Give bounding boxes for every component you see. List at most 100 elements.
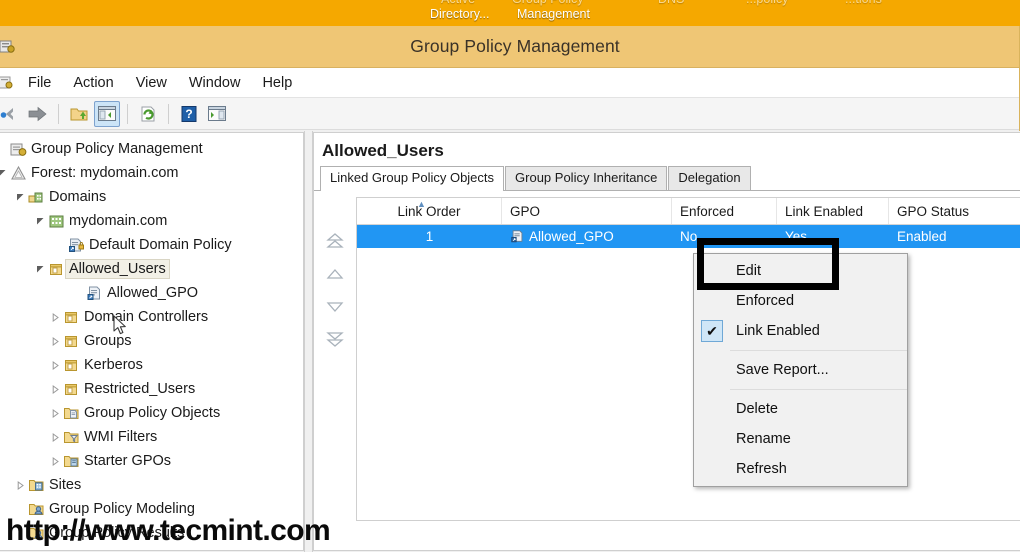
wmi-filter-icon bbox=[62, 428, 80, 446]
twisty-collapsed-icon[interactable] bbox=[48, 377, 62, 401]
menu-window[interactable]: Window bbox=[178, 72, 252, 94]
twisty-collapsed-icon[interactable] bbox=[13, 473, 27, 497]
twisty-none-icon bbox=[71, 281, 85, 305]
linked-gpos-region: ▲ Link Order GPO Enforced Link Enabled G… bbox=[314, 191, 1020, 521]
twisty-expanded-icon[interactable] bbox=[33, 257, 47, 281]
twisty-collapsed-icon[interactable] bbox=[48, 449, 62, 473]
context-menu-item-save-report[interactable]: Save Report... bbox=[694, 355, 907, 385]
context-menu-gutter bbox=[694, 256, 730, 286]
tree-item-mydomain[interactable]: mydomain.com bbox=[0, 209, 303, 233]
tree-item-allowed-gpo[interactable]: Allowed_GPO bbox=[0, 281, 303, 305]
tree-item-label: Group Policy Objects bbox=[84, 404, 221, 421]
tile-label-tions: ...tions bbox=[845, 0, 882, 6]
show-hide-console-tree-button[interactable] bbox=[94, 100, 120, 127]
tree-item-domain-controllers[interactable]: Domain Controllers bbox=[0, 305, 303, 329]
help-button[interactable]: ? bbox=[176, 101, 202, 127]
svg-text:?: ? bbox=[185, 107, 192, 121]
gpo-link-context-menu[interactable]: Edit Enforced ✔ Link Enabled Save Report… bbox=[693, 253, 908, 487]
context-menu-gutter bbox=[694, 355, 730, 385]
move-to-top-button[interactable] bbox=[323, 231, 347, 251]
tree-item-restricted-users[interactable]: Restricted_Users bbox=[0, 377, 303, 401]
tile-label-management[interactable]: Management bbox=[517, 7, 590, 21]
watermark: http://www.tecmint.com bbox=[6, 514, 331, 547]
toolbar-separator-1 bbox=[58, 103, 59, 124]
tile-label-policy: ...policy bbox=[746, 0, 788, 6]
context-menu-item-delete[interactable]: Delete bbox=[694, 394, 907, 424]
column-header-gpo[interactable]: GPO bbox=[502, 198, 672, 224]
column-header-label: Link Order bbox=[397, 203, 461, 219]
pane-splitter[interactable] bbox=[304, 131, 313, 552]
tree-item-label: Allowed_GPO bbox=[107, 284, 199, 301]
cell-enforced: No bbox=[680, 229, 698, 244]
console-tree: Group Policy Management Forest: mydomain… bbox=[0, 133, 303, 545]
tree-item-domains[interactable]: Domains bbox=[0, 185, 303, 209]
column-header-enforced[interactable]: Enforced bbox=[672, 198, 777, 224]
tree-item-label: Group Policy Management bbox=[31, 140, 203, 157]
gpo-link-icon bbox=[510, 229, 525, 244]
domain-icon bbox=[47, 212, 65, 230]
tree-item-label: Allowed_Users bbox=[65, 258, 170, 280]
twisty-collapsed-icon[interactable] bbox=[48, 425, 62, 449]
move-to-bottom-button[interactable] bbox=[323, 330, 347, 350]
forward-button[interactable] bbox=[25, 101, 51, 127]
twisty-collapsed-icon[interactable] bbox=[48, 329, 62, 353]
context-menu-item-rename[interactable]: Rename bbox=[694, 424, 907, 454]
menu-file[interactable]: File bbox=[17, 72, 62, 94]
tree-item-default-domain-policy[interactable]: Default Domain Policy bbox=[0, 233, 303, 257]
gpo-link-locked-icon bbox=[67, 236, 85, 254]
tile-label-directory[interactable]: Directory... bbox=[430, 7, 490, 21]
cell-link-enabled: Yes bbox=[785, 229, 808, 244]
up-folder-button[interactable] bbox=[66, 101, 92, 127]
ou-icon bbox=[62, 332, 80, 350]
column-header-gpo-status[interactable]: GPO Status bbox=[889, 198, 1019, 224]
gpo-folder-icon bbox=[62, 404, 80, 422]
column-header-link-order[interactable]: ▲ Link Order bbox=[357, 198, 502, 224]
tree-item-label: Domains bbox=[49, 188, 107, 205]
twisty-expanded-icon[interactable] bbox=[13, 185, 27, 209]
tree-item-wmi-filters[interactable]: WMI Filters bbox=[0, 425, 303, 449]
console-tree-pane[interactable]: Group Policy Management Forest: mydomain… bbox=[0, 132, 304, 551]
ou-icon bbox=[47, 260, 65, 278]
menu-help[interactable]: Help bbox=[251, 72, 303, 94]
sort-ascending-icon: ▲ bbox=[417, 199, 426, 209]
console-icon bbox=[0, 75, 15, 91]
column-header-link-enabled[interactable]: Link Enabled bbox=[777, 198, 889, 224]
twisty-expanded-icon[interactable] bbox=[33, 209, 47, 233]
cell-gpo-label: Allowed_GPO bbox=[529, 229, 614, 244]
context-menu-gutter bbox=[694, 394, 730, 424]
twisty-collapsed-icon[interactable] bbox=[48, 401, 62, 425]
show-action-pane-button[interactable] bbox=[204, 101, 230, 127]
twisty-expanded-icon[interactable] bbox=[0, 161, 9, 185]
cell-gpo-status: Enabled bbox=[897, 229, 947, 244]
move-down-button[interactable] bbox=[323, 297, 347, 317]
twisty-collapsed-icon[interactable] bbox=[48, 305, 62, 329]
tree-item-starter-gpos[interactable]: Starter GPOs bbox=[0, 449, 303, 473]
tree-item-group-policy-management[interactable]: Group Policy Management bbox=[0, 137, 303, 161]
tree-item-group-policy-objects[interactable]: Group Policy Objects bbox=[0, 401, 303, 425]
twisty-collapsed-icon[interactable] bbox=[48, 353, 62, 377]
menu-view[interactable]: View bbox=[125, 72, 178, 94]
tree-item-kerberos[interactable]: Kerberos bbox=[0, 353, 303, 377]
menu-action[interactable]: Action bbox=[62, 72, 124, 94]
context-menu-item-edit[interactable]: Edit bbox=[694, 256, 907, 286]
tab-linked-group-policy-objects[interactable]: Linked Group Policy Objects bbox=[320, 165, 505, 191]
move-up-button[interactable] bbox=[323, 264, 347, 284]
tree-item-label: Default Domain Policy bbox=[89, 236, 232, 253]
back-button[interactable] bbox=[0, 101, 23, 127]
toolbar: ? bbox=[0, 98, 1019, 130]
table-row[interactable]: 1 Allowed_GPO No Yes Enabled bbox=[357, 225, 1020, 248]
context-menu-item-enforced[interactable]: Enforced bbox=[694, 286, 907, 316]
tree-item-label: Starter GPOs bbox=[84, 452, 172, 469]
tab-delegation[interactable]: Delegation bbox=[668, 165, 751, 190]
linked-gpos-table[interactable]: ▲ Link Order GPO Enforced Link Enabled G… bbox=[356, 197, 1020, 521]
tree-item-allowed-users[interactable]: Allowed_Users bbox=[0, 257, 303, 281]
refresh-button[interactable] bbox=[135, 101, 161, 127]
tab-group-policy-inheritance[interactable]: Group Policy Inheritance bbox=[505, 165, 668, 190]
tree-item-sites[interactable]: Sites bbox=[0, 473, 303, 497]
context-menu-item-link-enabled[interactable]: ✔ Link Enabled bbox=[694, 316, 907, 346]
tabstrip: Linked Group Policy Objects Group Policy… bbox=[314, 165, 1020, 191]
context-menu-item-refresh[interactable]: Refresh bbox=[694, 454, 907, 484]
tree-item-groups[interactable]: Groups bbox=[0, 329, 303, 353]
tree-item-forest[interactable]: Forest: mydomain.com bbox=[0, 161, 303, 185]
forest-icon bbox=[9, 164, 27, 182]
